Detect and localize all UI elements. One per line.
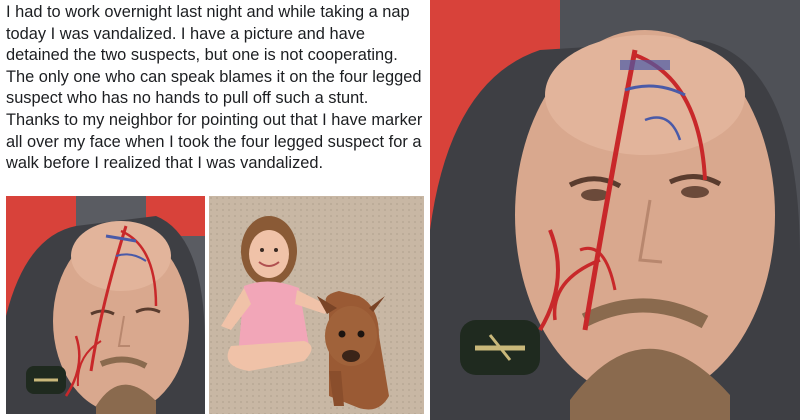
photo-man-face-small[interactable] bbox=[6, 196, 205, 414]
photo-man-face-large[interactable] bbox=[430, 0, 800, 420]
post-text: I had to work overnight last night and w… bbox=[6, 3, 423, 173]
dog-nose bbox=[342, 350, 360, 362]
man-face-illustration bbox=[6, 196, 205, 414]
man-face-closeup-illustration bbox=[430, 0, 800, 420]
girl-and-dog-illustration bbox=[209, 196, 424, 414]
photo-girl-and-dog[interactable] bbox=[209, 196, 424, 414]
girl-face bbox=[249, 230, 289, 278]
